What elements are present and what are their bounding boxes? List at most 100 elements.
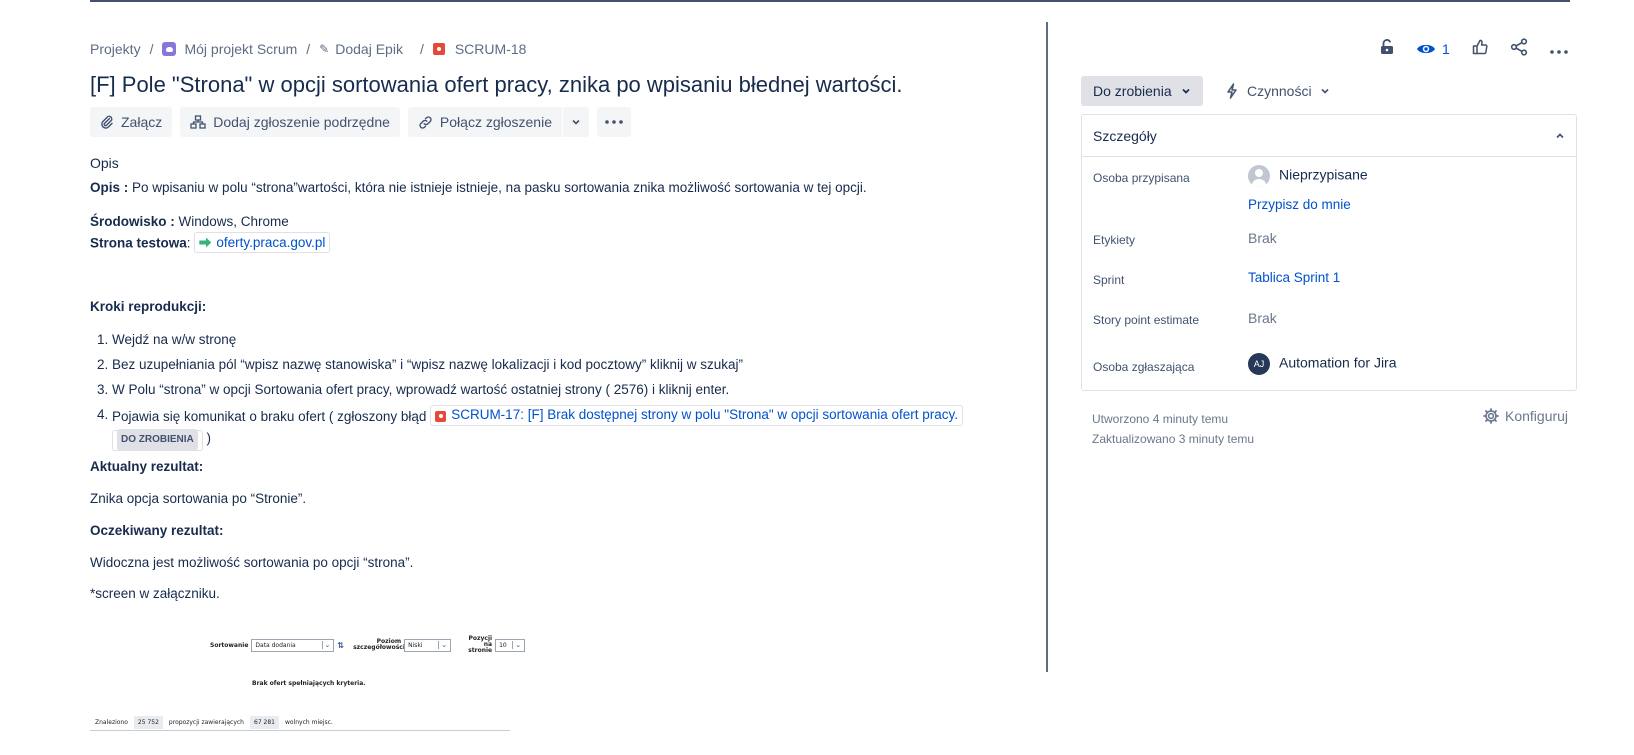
step-number: 3. [97, 381, 109, 397]
breadcrumb-epic[interactable]: ✎ Dodaj Epik [319, 41, 403, 57]
description-heading: Opis [90, 155, 119, 171]
breadcrumb-epic-label: Dodaj Epik [335, 41, 403, 57]
assignee-label: Osoba przypisana [1093, 171, 1190, 185]
avatar [1248, 165, 1270, 187]
bug-icon [432, 43, 445, 55]
watchers-count: 1 [1442, 40, 1450, 57]
assignee-field[interactable]: Nieprzypisane [1248, 165, 1368, 187]
attachment-found-bar: Znaleziono 25 752 propozycji zawierający… [90, 715, 510, 731]
summary-label: Opis : [90, 180, 129, 195]
watchers-button[interactable]: 1 [1416, 41, 1450, 57]
status-label: Do zrobienia [1093, 83, 1172, 99]
assignee-value: Nieprzypisane [1279, 166, 1368, 183]
more-icon [605, 120, 623, 124]
status-dropdown[interactable]: Do zrobienia [1081, 76, 1203, 106]
breadcrumb-issue-key[interactable]: SCRUM-18 [432, 41, 526, 57]
link-icon [419, 115, 432, 129]
attachment-per-page-select: 10 ⌄ [495, 638, 526, 652]
breadcrumb-projects[interactable]: Projekty [90, 41, 141, 57]
story-points-value[interactable]: Brak [1248, 310, 1277, 326]
vote-button[interactable] [1472, 39, 1488, 58]
reporter-field[interactable]: AJ Automation for Jira [1248, 353, 1397, 375]
sprint-value[interactable]: Tablica Sprint 1 [1248, 270, 1340, 285]
environment-label: Środowisko : [90, 214, 175, 229]
chevron-down-icon: ⌄ [321, 641, 330, 649]
configure-label: Konfiguruj [1505, 408, 1569, 424]
breadcrumb-separator: / [419, 41, 424, 57]
share-button[interactable] [1510, 38, 1528, 59]
chevron-down-icon [572, 119, 580, 125]
test-site-label: Strona testowa [90, 235, 187, 251]
step-text: Wejdź na w/w stronę [112, 331, 237, 347]
attach-button[interactable]: Załącz [90, 107, 173, 137]
attachment-sort-label: Sortowanie [210, 641, 249, 649]
share-icon [1510, 38, 1527, 56]
chevron-down-icon [1182, 88, 1190, 94]
attachment-jobs-label: wolnych miejsc. [285, 719, 333, 726]
top-border [90, 0, 1570, 2]
configure-button[interactable]: Konfiguruj [1483, 408, 1568, 424]
chevron-down-icon: ⌄ [438, 641, 447, 649]
updated-timestamp: Zaktualizowano 3 minuty temu [1092, 432, 1255, 446]
breadcrumb-project[interactable]: Mój projekt Scrum [162, 41, 297, 57]
breadcrumb-separator: / [306, 41, 311, 57]
bug-icon [435, 410, 447, 422]
list-item: 4. Pojawia się komunikat o braku ofert (… [90, 404, 990, 451]
story-points-label: Story point estimate [1093, 313, 1200, 327]
issue-timestamps: Utworzono 4 minuty temu Zaktualizowano 3… [1092, 409, 1254, 449]
closing-paren: ) [206, 430, 212, 445]
step-text: W Polu “strona” w opcji Sortowania ofert… [112, 381, 730, 397]
list-item: 1. Wejdź na w/w stronę [90, 330, 990, 350]
attachment-screenshot[interactable]: Sortowanie Data dodania ⌄ ⇅ Poziom szczeg… [90, 630, 526, 740]
attachment-level-value: Niski [408, 641, 423, 649]
issue-status-chip[interactable]: DO ZROBIENIA [112, 429, 203, 451]
issue-link-scrum-17[interactable]: SCRUM-17: [F] Brak dostępnej strony w po… [430, 404, 963, 426]
panel-divider[interactable] [1046, 22, 1048, 672]
step-number: 1. [97, 331, 109, 347]
pencil-icon: ✎ [319, 42, 330, 56]
labels-value[interactable]: Brak [1248, 230, 1277, 246]
screen-note: *screen w załączniku. [90, 585, 220, 601]
link-issue-button[interactable]: Połącz zgłoszenie [407, 107, 562, 137]
avatar: AJ [1248, 353, 1270, 375]
issue-title[interactable]: [F] Pole "Strona" w opcji sortowania ofe… [90, 72, 903, 98]
details-header[interactable]: Szczegóły [1082, 115, 1576, 157]
more-options-button[interactable] [1549, 41, 1568, 57]
more-actions-button[interactable] [596, 107, 631, 137]
restrictions-button[interactable] [1380, 39, 1394, 58]
step-text: Bez uzupełniania pól “wpisz nazwę stanow… [112, 356, 743, 372]
environment-line: Środowisko : Windows, Chrome [90, 212, 990, 232]
issue-link-label: SCRUM-17: [F] Brak dostępnej strony w po… [451, 407, 958, 422]
lightning-icon [1227, 83, 1237, 99]
link-issue-label: Połącz zgłoszenie [439, 114, 552, 130]
created-timestamp: Utworzono 4 minuty temu [1092, 412, 1229, 426]
reporter-label: Osoba zgłaszająca [1093, 360, 1195, 374]
step-text: Pojawia się komunikat o braku ofert ( zg… [112, 408, 427, 424]
link-issue-dropdown[interactable] [562, 107, 589, 137]
attachment-per-page-label: Pozycji na stronie [468, 635, 493, 654]
test-site-line: Strona testowa: oferty.praca.gov.pl [90, 232, 990, 254]
reporter-value: Automation for Jira [1279, 354, 1397, 371]
attach-button-label: Załącz [121, 114, 163, 130]
attachment-per-page-value: 10 [499, 641, 507, 649]
chevron-down-icon [1321, 88, 1329, 94]
description-section[interactable]: Opis Opis : Po wpisaniu w polu “strona”w… [90, 155, 990, 604]
test-site-link[interactable]: oferty.praca.gov.pl [194, 232, 331, 253]
assign-to-me-link[interactable]: Przypisz do mnie [1248, 197, 1351, 212]
breadcrumb-separator: / [149, 41, 154, 57]
actions-dropdown[interactable]: Czynności [1225, 76, 1330, 106]
labels-label: Etykiety [1093, 233, 1136, 247]
details-heading: Szczegóły [1093, 127, 1157, 144]
eye-icon [1417, 44, 1435, 53]
thumbs-up-icon [1472, 39, 1488, 55]
link-issue-group: Połącz zgłoszenie [407, 107, 589, 137]
arrow-right-icon [199, 237, 212, 248]
paperclip-icon [101, 115, 113, 129]
actual-result-heading: Aktualny rezultat: [90, 458, 204, 474]
attachment-no-results: Brak ofert spełniających kryteria. [252, 680, 366, 687]
add-child-issue-button[interactable]: Dodaj zgłoszenie podrzędne [180, 107, 400, 137]
attachment-sort-select: Data dodania ⌄ [251, 638, 335, 652]
summary-text: Po wpisaniu w polu “strona”wartości, któ… [128, 180, 867, 195]
add-child-issue-label: Dodaj zgłoszenie podrzędne [213, 114, 390, 130]
expected-result-text: Widoczna jest możliwość sortowania po op… [90, 554, 414, 570]
